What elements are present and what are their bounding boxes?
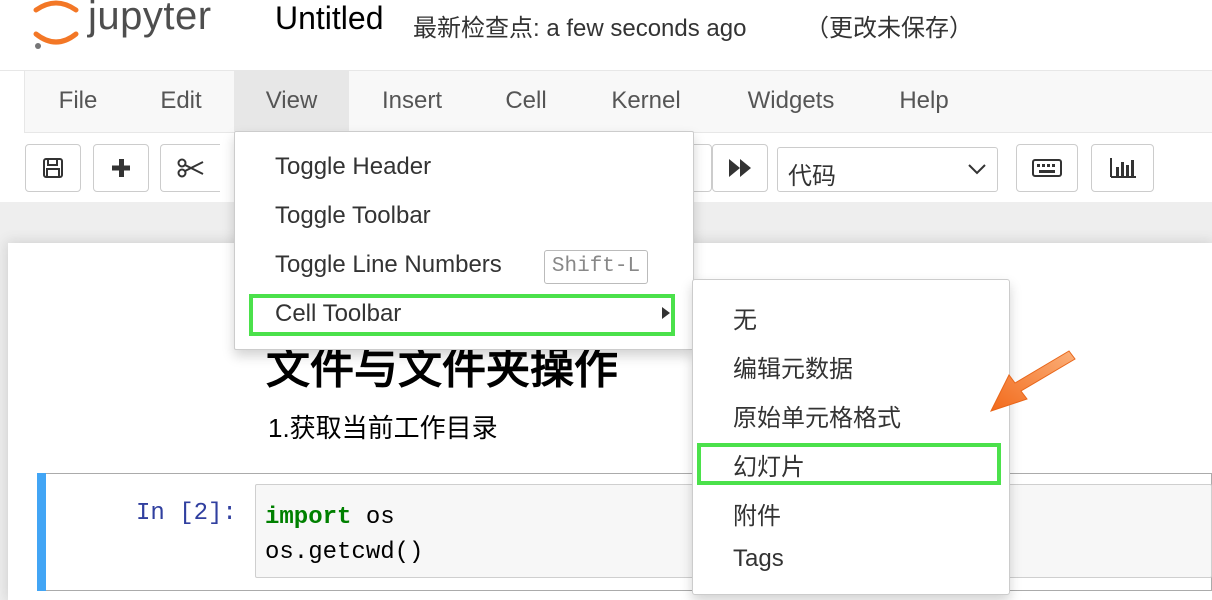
selected-cell-indicator bbox=[37, 473, 46, 591]
menu-widgets[interactable]: Widgets bbox=[728, 70, 854, 131]
keyboard-icon bbox=[1032, 159, 1062, 177]
run-all-button[interactable] bbox=[712, 144, 768, 192]
menu-view[interactable]: View bbox=[234, 70, 349, 131]
save-status: （更改未保存） bbox=[805, 15, 973, 42]
nbextension-button[interactable] bbox=[1091, 144, 1154, 192]
code-editor[interactable]: import os os.getcwd() bbox=[265, 500, 423, 570]
menu-insert[interactable]: Insert bbox=[364, 70, 460, 131]
cell-type-value: 代码 bbox=[788, 163, 836, 190]
submenu-item-tags[interactable]: Tags bbox=[733, 545, 784, 573]
command-palette-button[interactable] bbox=[1016, 144, 1078, 192]
jupyter-logo-icon[interactable] bbox=[30, 0, 82, 50]
notebook-title[interactable]: Untitled bbox=[275, 0, 384, 37]
checkpoint-status: 最新检查点: a few seconds ago bbox=[413, 15, 747, 42]
bar-chart-icon bbox=[1109, 158, 1136, 178]
cell-type-select[interactable]: 代码 bbox=[777, 147, 998, 192]
cut-button[interactable] bbox=[160, 144, 220, 192]
save-icon bbox=[43, 158, 63, 178]
code-keyword: import bbox=[265, 504, 352, 531]
toggle-line-numbers-item[interactable]: Toggle Line Numbers bbox=[275, 251, 502, 279]
run-button-edge[interactable] bbox=[694, 144, 712, 192]
submenu-item-attachments[interactable]: 附件 bbox=[733, 496, 781, 531]
toggle-header-item[interactable]: Toggle Header bbox=[275, 153, 431, 181]
highlight-cell-toolbar bbox=[249, 294, 675, 336]
plus-icon bbox=[112, 159, 130, 177]
menu-edit[interactable]: Edit bbox=[140, 70, 222, 131]
highlight-slideshow bbox=[697, 443, 1001, 485]
fast-forward-icon bbox=[729, 159, 751, 177]
submenu-item-raw-cell-format[interactable]: 原始单元格格式 bbox=[733, 398, 901, 433]
code-line-1: os bbox=[351, 504, 395, 531]
scissors-icon bbox=[177, 158, 203, 178]
chevron-down-icon bbox=[968, 164, 986, 175]
logo-text[interactable]: jupyter bbox=[88, 0, 212, 39]
toggle-toolbar-item[interactable]: Toggle Toolbar bbox=[275, 202, 431, 230]
annotation-arrow-icon bbox=[990, 350, 1076, 412]
menu-cell[interactable]: Cell bbox=[490, 70, 562, 131]
shortcut-badge: Shift-L bbox=[544, 250, 648, 284]
markdown-text[interactable]: 1.获取当前工作目录 bbox=[268, 408, 498, 445]
menu-file[interactable]: File bbox=[40, 70, 116, 131]
save-button[interactable] bbox=[25, 144, 81, 192]
input-prompt: In [2]: bbox=[136, 500, 237, 527]
menu-help[interactable]: Help bbox=[884, 70, 964, 131]
submenu-item-none[interactable]: 无 bbox=[733, 300, 757, 335]
code-line-2: os.getcwd() bbox=[265, 539, 424, 566]
menu-kernel[interactable]: Kernel bbox=[594, 70, 698, 131]
insert-cell-button[interactable] bbox=[93, 144, 149, 192]
submenu-item-edit-metadata[interactable]: 编辑元数据 bbox=[733, 349, 853, 384]
